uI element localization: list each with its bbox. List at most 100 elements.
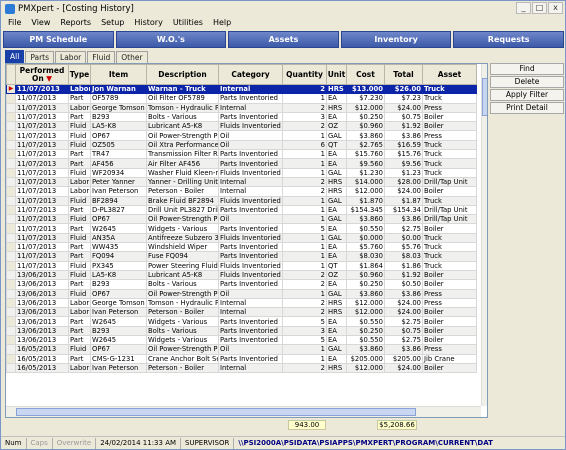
row-indicator[interactable] [6, 362, 16, 374]
table-row[interactable]: 13/06/2013 Part W2645 Widgets - Various Part… [6, 316, 477, 327]
table-row[interactable]: 16/05/2013 Part CMS-G-1231 Crane Anchor Bol… [6, 353, 477, 364]
row-indicator[interactable] [6, 325, 16, 337]
table-row[interactable]: 13/06/2013 Part B293 Bolts - Various Parts I… [6, 325, 477, 337]
nav-requests[interactable]: Requests [453, 31, 564, 48]
delete-button[interactable]: Delete [490, 76, 564, 88]
row-indicator[interactable] [6, 334, 16, 346]
menu-history[interactable]: History [129, 18, 167, 27]
row-indicator[interactable] [6, 242, 16, 253]
menu-utilities[interactable]: Utilities [168, 18, 208, 27]
table-row[interactable]: 11/07/2013 Part D-PL3827 Drill Unit PL3827 … [6, 204, 477, 216]
row-indicator[interactable] [6, 111, 16, 123]
table-row[interactable]: 11/07/2013 Labor George Tomson Tomson - Hyd… [6, 102, 477, 113]
tab-other[interactable]: Other [116, 51, 148, 63]
row-indicator[interactable] [6, 102, 16, 113]
table-row[interactable]: ▶ 11/07/2013 Labor Jon Warnan Warnan - Truck… [6, 83, 477, 95]
table-row[interactable]: 11/07/2013 Part AF456 Air Filter AF456 Parts… [6, 158, 477, 169]
close-button[interactable]: x [548, 2, 563, 14]
table-row[interactable]: 13/06/2013 Fluid LA5-K8 Lubricant A5-K8 Flui… [6, 269, 477, 281]
row-indicator[interactable] [6, 307, 16, 318]
row-indicator[interactable] [6, 167, 16, 178]
row-indicator[interactable] [6, 353, 16, 364]
row-indicator[interactable] [6, 297, 16, 309]
vertical-scroll-thumb[interactable] [482, 78, 487, 116]
row-indicator[interactable] [6, 344, 16, 355]
table-row[interactable]: 13/06/2013 Part W2645 Widgets - Various Part… [6, 334, 477, 346]
row-indicator[interactable]: ▶ [6, 83, 16, 95]
table-row[interactable]: 11/07/2013 Part B293 Bolts - Various Parts I… [6, 111, 477, 123]
row-indicator[interactable] [6, 251, 16, 262]
minimize-button[interactable]: _ [516, 2, 531, 14]
menu-reports[interactable]: Reports [55, 18, 96, 27]
header-quantity[interactable]: Quantity [282, 64, 327, 85]
table-row[interactable]: 11/07/2013 Fluid OP67 Oil Power-Strength P6… [6, 214, 477, 225]
table-row[interactable]: 11/07/2013PartTR47Transmission Filter R4… [6, 149, 477, 160]
row-indicator[interactable] [6, 186, 16, 197]
row-indicator[interactable] [6, 121, 16, 132]
table-row[interactable]: 11/07/2013 Fluid PX345 Power Steering Fluid… [6, 260, 477, 271]
header-total[interactable]: Total [384, 64, 423, 85]
nav-pm-schedule[interactable]: PM Schedule [3, 31, 114, 48]
table-row[interactable]: 16/05/2013 Labor Ivan Peterson Peterson - B… [6, 362, 477, 374]
row-indicator[interactable] [6, 269, 16, 281]
row-indicator[interactable] [6, 214, 16, 225]
horizontal-scrollbar[interactable] [6, 406, 481, 417]
row-indicator[interactable] [6, 288, 16, 299]
table-row[interactable]: 11/07/2013 Labor Ivan Peterson Peterson - B… [6, 186, 477, 197]
row-indicator[interactable] [6, 232, 16, 244]
nav-work-orders[interactable]: W.O.'s [115, 31, 227, 48]
row-indicator[interactable] [6, 223, 16, 234]
row-indicator[interactable] [6, 279, 16, 290]
table-row[interactable]: 11/07/2013 Part WW435 Windshield Wiper Parts… [6, 242, 477, 253]
print-detail-button[interactable]: Print Detail [490, 102, 564, 114]
header-cost[interactable]: Cost [346, 64, 385, 85]
table-row[interactable]: 11/07/2013 Fluid AN35A Antifreeze Subzero 3… [6, 232, 477, 244]
row-indicator[interactable] [6, 93, 16, 104]
vertical-scrollbar[interactable] [481, 64, 487, 406]
table-row[interactable]: 16/05/2013 Fluid OP67 Oil Power-Strength P6… [6, 344, 477, 355]
nav-inventory[interactable]: Inventory [340, 31, 452, 48]
apply-filter-button[interactable]: Apply Filter [490, 89, 564, 101]
find-button[interactable]: Find [490, 63, 564, 75]
menu-setup[interactable]: Setup [96, 18, 129, 27]
nav-assets[interactable]: Assets [228, 31, 339, 48]
tab-labor[interactable]: Labor [55, 51, 87, 63]
table-row[interactable]: 11/07/2013 Part FQ094 Fuse FQ094 Parts Inven… [6, 251, 477, 262]
tab-fluid[interactable]: Fluid [87, 51, 116, 63]
header-type[interactable]: Type [68, 64, 91, 85]
row-indicator[interactable] [6, 204, 16, 216]
row-indicator[interactable] [6, 195, 16, 206]
tab-all[interactable]: All [5, 50, 25, 63]
maximize-button[interactable]: □ [532, 2, 547, 14]
header-asset[interactable]: Asset [422, 64, 477, 85]
horizontal-scroll-thumb[interactable] [16, 408, 416, 416]
table-row[interactable]: 13/06/2013 Part B293 Bolts - Various Parts I… [6, 279, 477, 290]
table-row[interactable]: 11/07/2013 Fluid BF2894 Brake Fluid BF2894 F… [6, 195, 477, 206]
table-row[interactable]: 11/07/2013 Part W2645 Widgets - Various Part… [6, 223, 477, 234]
costing-history-grid[interactable]: Performed On ▼ Type Item Description Cat… [5, 63, 488, 418]
table-row[interactable]: 11/07/2013 Fluid OP67 Oil Power-Strength P6… [6, 130, 477, 141]
table-row[interactable]: 13/06/2013 Labor Ivan Peterson Peterson - B… [6, 307, 477, 318]
header-performed-on[interactable]: Performed On ▼ [15, 64, 69, 85]
table-row[interactable]: 11/07/2013 Part OF5789 Oil Filter OF5789 Par… [6, 93, 477, 104]
table-row[interactable]: 11/07/2013 Fluid LA5-K8 Lubricant A5-K8 Flui… [6, 121, 477, 132]
header-unit[interactable]: Unit [326, 64, 347, 85]
table-row[interactable]: 11/07/2013 Fluid WF20934 Washer Fluid Kleen… [6, 167, 477, 178]
row-indicator[interactable] [6, 260, 16, 271]
row-indicator[interactable] [6, 176, 16, 188]
header-category[interactable]: Category [218, 64, 283, 85]
tab-parts[interactable]: Parts [25, 51, 55, 63]
table-row[interactable]: 13/06/2013 Labor George Tomson Tomson - Hyd… [6, 297, 477, 309]
table-row[interactable]: 11/07/2013 Fluid OZ505 Oil Xtra Performance… [6, 139, 477, 151]
row-indicator[interactable] [6, 158, 16, 169]
row-indicator[interactable] [6, 316, 16, 327]
row-indicator[interactable] [6, 130, 16, 141]
menu-view[interactable]: View [26, 18, 55, 27]
header-description[interactable]: Description [146, 64, 219, 85]
header-item[interactable]: Item [90, 64, 147, 85]
table-row[interactable]: 13/06/2013 Fluid OP67 Oil Power-Strength P6… [6, 288, 477, 299]
row-indicator[interactable] [6, 149, 16, 160]
table-row[interactable]: 11/07/2013 Labor Peter Yanner Yanner - Dril… [6, 176, 477, 188]
menu-help[interactable]: Help [208, 18, 236, 27]
menu-file[interactable]: File [3, 18, 26, 27]
